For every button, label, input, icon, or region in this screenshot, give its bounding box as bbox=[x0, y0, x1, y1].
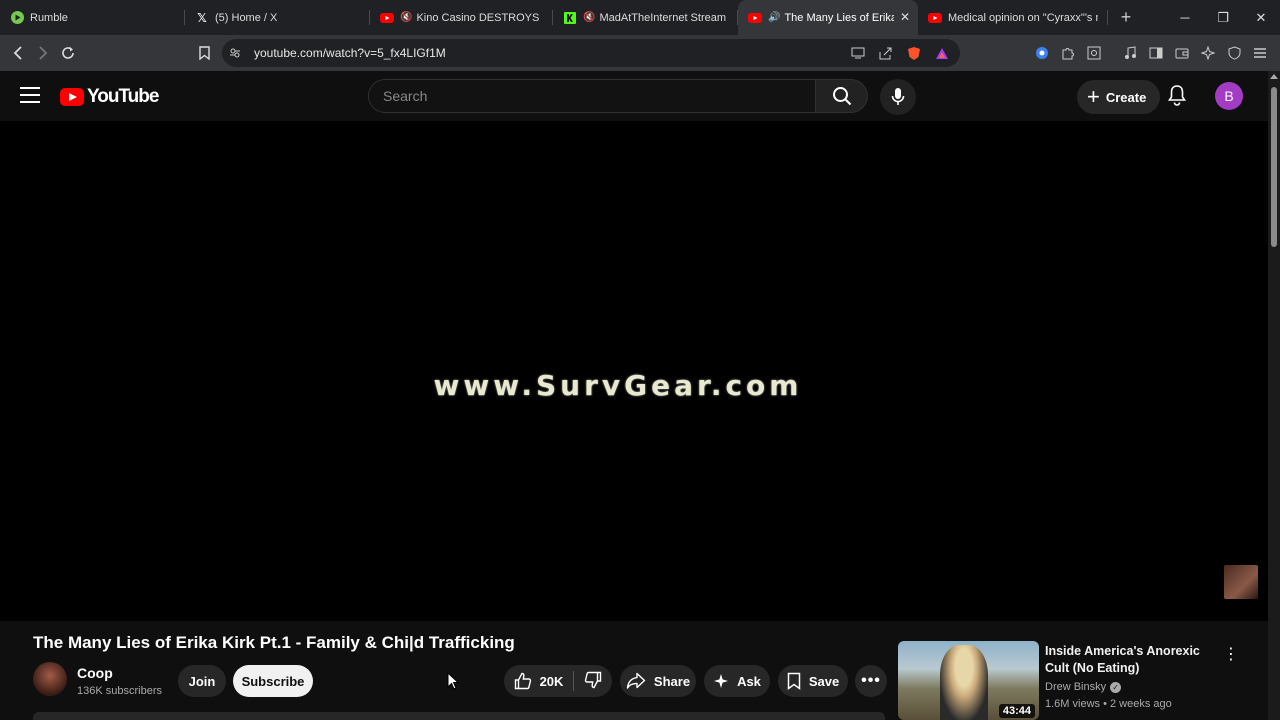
wallet-icon[interactable] bbox=[1170, 41, 1194, 65]
subscribe-button[interactable]: Subscribe bbox=[233, 665, 313, 697]
share-page-icon[interactable] bbox=[874, 41, 898, 65]
url-text: youtube.com/watch?v=5_fx4LIGf1M bbox=[254, 46, 446, 60]
video-duration: 43:44 bbox=[998, 704, 1035, 718]
search-input[interactable] bbox=[368, 79, 816, 113]
voice-search-button[interactable] bbox=[880, 79, 916, 115]
minimize-icon[interactable]: ─ bbox=[1166, 0, 1204, 35]
brave-shield-icon[interactable] bbox=[902, 41, 926, 65]
browser-tab-bar: Rumble 𝕏 (5) Home / X 🔇 Kino Casino DEST… bbox=[0, 0, 1280, 35]
channel-name[interactable]: Coop bbox=[77, 665, 113, 681]
thumbnail-figure bbox=[940, 645, 988, 720]
ask-button[interactable]: Ask bbox=[704, 665, 770, 697]
subscriber-count: 136K subscribers bbox=[77, 685, 162, 697]
description-box[interactable] bbox=[33, 712, 885, 720]
tab-madattheinternet[interactable]: 🔇 MadAtTheInternet Stream - bbox=[553, 0, 738, 35]
more-horizontal-icon: ••• bbox=[861, 672, 881, 689]
x-icon: 𝕏 bbox=[197, 10, 207, 25]
like-count: 20K bbox=[539, 673, 564, 689]
microphone-icon bbox=[891, 88, 905, 105]
restore-icon[interactable]: ❐ bbox=[1204, 0, 1242, 35]
like-button[interactable]: 20K bbox=[514, 672, 564, 690]
youtube-play-logo-icon bbox=[60, 88, 84, 106]
brave-rewards-icon[interactable] bbox=[930, 41, 954, 65]
speaker-icon[interactable]: 🔊 bbox=[768, 12, 780, 23]
thumbs-down-icon bbox=[585, 671, 602, 688]
mouse-cursor-icon bbox=[447, 672, 459, 690]
dislike-button[interactable] bbox=[584, 671, 602, 692]
video-player[interactable]: www.SurvGear.com bbox=[0, 121, 1268, 621]
scroll-up-arrow-icon[interactable] bbox=[1270, 74, 1278, 79]
youtube-header: YouTube + Create B bbox=[0, 71, 1268, 121]
youtube-icon bbox=[748, 11, 762, 25]
more-vertical-icon[interactable]: ⋮ bbox=[1223, 644, 1239, 664]
channel-avatar[interactable] bbox=[33, 662, 67, 696]
back-icon[interactable] bbox=[6, 41, 30, 65]
recommended-channel[interactable]: Drew Binsky ✓ bbox=[1045, 681, 1122, 693]
close-window-icon[interactable]: ✕ bbox=[1242, 0, 1280, 35]
kick-icon bbox=[563, 11, 577, 25]
tab-rumble[interactable]: Rumble bbox=[0, 0, 185, 35]
rumble-icon bbox=[10, 11, 24, 25]
address-bar[interactable]: youtube.com/watch?v=5_fx4LIGf1M bbox=[222, 39, 960, 67]
tab-many-lies-active[interactable]: 🔊 The Many Lies of Erika K ✕ bbox=[738, 0, 918, 35]
youtube-logo[interactable]: YouTube bbox=[60, 86, 159, 108]
share-button[interactable]: Share bbox=[620, 665, 696, 697]
muted-speaker-icon[interactable]: 🔇 bbox=[583, 12, 595, 23]
forward-icon[interactable] bbox=[31, 41, 55, 65]
video-title: The Many Lies of Erika Kirk Pt.1 - Famil… bbox=[33, 633, 515, 652]
account-avatar[interactable]: B bbox=[1215, 82, 1243, 110]
join-button[interactable]: Join bbox=[178, 665, 226, 697]
site-settings-icon[interactable] bbox=[226, 41, 244, 65]
search-bar bbox=[368, 79, 868, 113]
sparkle-icon bbox=[714, 674, 729, 688]
browser-toolbar: youtube.com/watch?v=5_fx4LIGf1M bbox=[0, 35, 1280, 71]
search-button[interactable] bbox=[816, 79, 868, 113]
sidebar-icon[interactable] bbox=[1144, 41, 1168, 65]
verified-check-icon: ✓ bbox=[1110, 681, 1122, 693]
hamburger-menu-icon[interactable] bbox=[20, 87, 40, 103]
vpn-shield-icon[interactable] bbox=[1222, 41, 1246, 65]
leo-ai-icon[interactable] bbox=[1196, 41, 1220, 65]
extension-blue-icon[interactable] bbox=[1030, 41, 1054, 65]
create-button[interactable]: + Create bbox=[1077, 80, 1161, 114]
tab-x[interactable]: 𝕏 (5) Home / X bbox=[185, 0, 370, 35]
tab-kino-casino[interactable]: 🔇 Kino Casino DESTROYS DSP bbox=[370, 0, 553, 35]
tab-medical-opinion[interactable]: Medical opinion on "Cyraxx"'s m bbox=[918, 0, 1108, 35]
music-icon[interactable] bbox=[1118, 41, 1142, 65]
bookmark-save-icon bbox=[787, 672, 801, 690]
puzzle-icon[interactable] bbox=[1056, 41, 1080, 65]
youtube-icon bbox=[380, 11, 394, 25]
screenshot-icon[interactable] bbox=[1082, 41, 1106, 65]
share-arrow-icon bbox=[626, 672, 646, 689]
scrollbar-thumb[interactable] bbox=[1271, 87, 1277, 247]
video-frame-text: www.SurvGear.com bbox=[433, 369, 803, 402]
extensions-area bbox=[1030, 41, 1272, 65]
recommended-title[interactable]: Inside America's Anorexic Cult (No Eatin… bbox=[1045, 643, 1215, 677]
like-dislike-group: 20K bbox=[504, 665, 612, 697]
notifications-bell-icon[interactable] bbox=[1168, 84, 1186, 111]
plus-icon: + bbox=[1087, 84, 1100, 109]
search-icon bbox=[832, 87, 851, 106]
close-tab-icon[interactable]: ✕ bbox=[900, 10, 910, 24]
youtube-icon bbox=[928, 11, 942, 25]
muted-speaker-icon[interactable]: 🔇 bbox=[400, 12, 412, 23]
cast-icon[interactable] bbox=[846, 41, 870, 65]
recommended-thumbnail[interactable]: 43:44 bbox=[898, 641, 1039, 720]
channel-watermark[interactable] bbox=[1224, 565, 1258, 599]
menu-icon[interactable] bbox=[1248, 41, 1272, 65]
window-controls: ─ ❐ ✕ bbox=[1166, 0, 1280, 35]
new-tab-icon[interactable]: + bbox=[1116, 7, 1136, 28]
recommended-meta: 1.6M views • 2 weeks ago bbox=[1045, 698, 1172, 710]
reload-icon[interactable] bbox=[56, 41, 80, 65]
recommended-video-item[interactable]: 43:44 Inside America's Anorexic Cult (No… bbox=[898, 641, 1268, 720]
page-scrollbar[interactable] bbox=[1268, 71, 1280, 720]
save-button[interactable]: Save bbox=[778, 665, 848, 697]
bookmark-icon[interactable] bbox=[192, 41, 216, 65]
thumbs-up-icon bbox=[514, 672, 531, 690]
more-actions-button[interactable]: ••• bbox=[855, 665, 887, 697]
